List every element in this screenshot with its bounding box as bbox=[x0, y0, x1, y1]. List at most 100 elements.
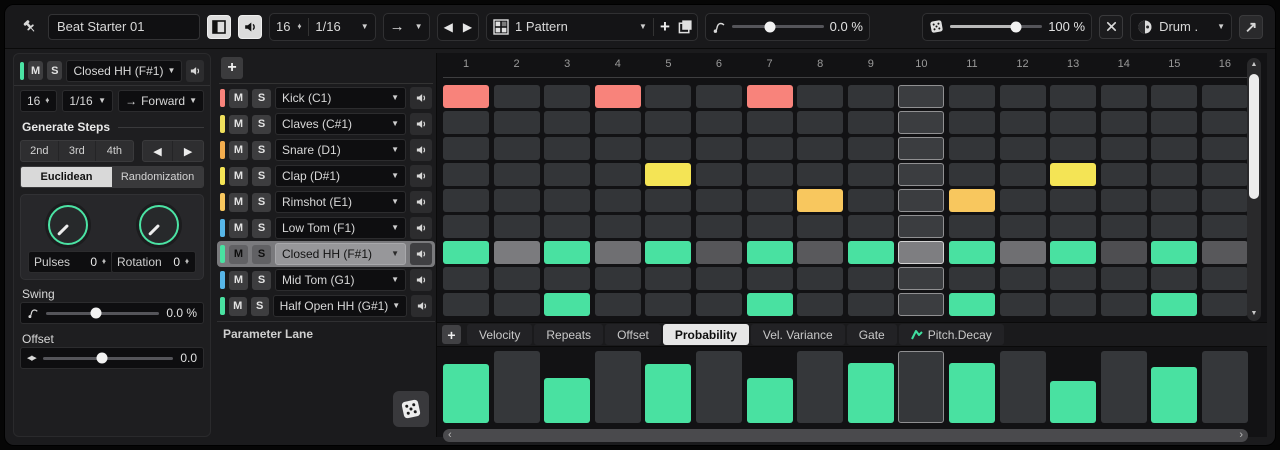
step-cell-active[interactable] bbox=[948, 292, 995, 316]
randomize-button[interactable] bbox=[393, 391, 429, 427]
step-cell[interactable] bbox=[746, 188, 793, 212]
swing-slider[interactable] bbox=[46, 307, 160, 319]
step-cell-active[interactable] bbox=[443, 240, 489, 264]
parameter-tab-probability[interactable]: Probability bbox=[662, 324, 749, 345]
step-cell[interactable] bbox=[1201, 136, 1248, 160]
offset-slider[interactable] bbox=[42, 352, 174, 364]
track-mute-button[interactable]: M bbox=[229, 114, 248, 134]
track-mute-button[interactable]: M bbox=[229, 192, 248, 212]
scroll-up-icon[interactable]: ▲ bbox=[1251, 58, 1258, 72]
step-cell[interactable] bbox=[493, 214, 540, 238]
step-cell-active[interactable] bbox=[746, 84, 793, 108]
step-cell[interactable] bbox=[443, 110, 489, 134]
output-select-group[interactable]: Drum . ▼ bbox=[1130, 12, 1232, 41]
step-cell[interactable] bbox=[594, 266, 641, 290]
parameter-tab-gate[interactable]: Gate bbox=[846, 324, 897, 345]
step-cell[interactable] bbox=[999, 240, 1046, 264]
selected-track-select[interactable]: Closed HH (F#1) ▼ bbox=[66, 59, 183, 82]
step-cell[interactable] bbox=[1050, 84, 1097, 108]
step-cell[interactable] bbox=[797, 266, 844, 290]
probability-slot[interactable] bbox=[948, 351, 995, 423]
rotation-knob[interactable] bbox=[136, 202, 182, 248]
step-cell[interactable] bbox=[847, 292, 894, 316]
step-cell[interactable] bbox=[695, 266, 742, 290]
step-cell-active[interactable] bbox=[645, 162, 692, 186]
track-solo-button[interactable]: S bbox=[252, 114, 271, 134]
step-cell[interactable] bbox=[1050, 188, 1097, 212]
interval-3rd-button[interactable]: 3rd bbox=[57, 141, 96, 161]
track-mute-button[interactable]: M bbox=[229, 218, 248, 238]
step-cell-active[interactable] bbox=[443, 84, 489, 108]
step-cell[interactable] bbox=[1100, 136, 1147, 160]
probability-bar-empty[interactable] bbox=[898, 351, 945, 423]
step-cell[interactable] bbox=[948, 266, 995, 290]
step-cell[interactable] bbox=[544, 188, 591, 212]
step-cell[interactable] bbox=[1151, 136, 1198, 160]
track-row[interactable]: M S Mid Tom (G1) ▼ bbox=[217, 267, 435, 293]
pattern-select[interactable]: 1 Pattern bbox=[515, 19, 633, 34]
probability-bar[interactable] bbox=[1151, 366, 1198, 423]
probability-slot[interactable] bbox=[1100, 351, 1147, 423]
step-cell[interactable] bbox=[645, 214, 692, 238]
pulses-knob[interactable] bbox=[45, 202, 91, 248]
step-cell[interactable] bbox=[594, 110, 641, 134]
step-cell[interactable] bbox=[999, 162, 1046, 186]
probability-bar[interactable] bbox=[1050, 381, 1097, 423]
probability-bar-empty[interactable] bbox=[695, 351, 742, 423]
track-direction-select[interactable]: → Forward ▼ bbox=[118, 90, 204, 112]
step-cell[interactable] bbox=[443, 214, 489, 238]
step-cell[interactable] bbox=[493, 240, 540, 264]
parameter-tab-repeats[interactable]: Repeats bbox=[534, 324, 604, 345]
probability-slot[interactable] bbox=[898, 351, 945, 423]
step-cell-active[interactable] bbox=[1151, 240, 1198, 264]
step-cell[interactable] bbox=[1050, 110, 1097, 134]
probability-slot[interactable] bbox=[493, 351, 540, 423]
resolution-value[interactable]: 1/16 bbox=[315, 19, 340, 34]
step-cell[interactable] bbox=[1100, 240, 1147, 264]
offset-thumb[interactable] bbox=[96, 352, 108, 364]
shift-right-button[interactable]: ▶ bbox=[172, 141, 203, 161]
step-cell-active[interactable] bbox=[594, 84, 641, 108]
step-cell[interactable] bbox=[695, 110, 742, 134]
step-cell[interactable] bbox=[443, 162, 489, 186]
track-solo-button[interactable]: S bbox=[252, 218, 271, 238]
step-cell[interactable] bbox=[1201, 162, 1248, 186]
scroll-right-icon[interactable]: › bbox=[1239, 430, 1243, 441]
parameter-tab-vel-variance[interactable]: Vel. Variance bbox=[750, 324, 845, 345]
step-cell[interactable] bbox=[443, 136, 489, 160]
track-name-select[interactable]: Kick (C1) ▼ bbox=[275, 87, 406, 109]
track-preview-button[interactable] bbox=[410, 191, 432, 213]
track-mute-button[interactable]: M bbox=[229, 270, 248, 290]
track-solo-button[interactable]: S bbox=[252, 140, 271, 160]
probability-bar-empty[interactable] bbox=[493, 351, 540, 423]
track-name-select[interactable]: Rimshot (E1) ▼ bbox=[275, 191, 406, 213]
step-cell[interactable] bbox=[493, 136, 540, 160]
preset-name-field[interactable]: Beat Starter 01 bbox=[48, 13, 200, 40]
step-cell[interactable] bbox=[847, 110, 894, 134]
step-cell[interactable] bbox=[746, 266, 793, 290]
track-preview-button[interactable] bbox=[411, 295, 432, 317]
step-cell[interactable] bbox=[1050, 136, 1097, 160]
probability-slot[interactable] bbox=[1201, 351, 1248, 423]
track-preview-button[interactable] bbox=[410, 139, 432, 161]
step-cell[interactable] bbox=[1100, 110, 1147, 134]
step-cell[interactable] bbox=[898, 240, 945, 264]
probability-bar[interactable] bbox=[948, 362, 995, 423]
vertical-scrollbar[interactable]: ▲ ▼ bbox=[1247, 58, 1261, 321]
step-cell[interactable] bbox=[1201, 214, 1248, 238]
step-cell[interactable] bbox=[797, 84, 844, 108]
track-name-select[interactable]: Low Tom (F1) ▼ bbox=[275, 217, 406, 239]
step-cell[interactable] bbox=[797, 240, 844, 264]
probability-slot[interactable] bbox=[847, 351, 894, 423]
step-cell[interactable] bbox=[999, 266, 1046, 290]
step-cell[interactable] bbox=[1151, 84, 1198, 108]
step-cell[interactable] bbox=[999, 84, 1046, 108]
step-cell[interactable] bbox=[1100, 162, 1147, 186]
probability-bar-empty[interactable] bbox=[797, 351, 844, 423]
track-mute-button[interactable]: M bbox=[228, 296, 247, 316]
track-row[interactable]: M S Claves (C#1) ▼ bbox=[217, 111, 435, 137]
next-pattern-button[interactable]: ▶ bbox=[463, 20, 472, 34]
step-cell-active[interactable] bbox=[746, 240, 793, 264]
probability-bar-empty[interactable] bbox=[1100, 351, 1147, 423]
step-cell[interactable] bbox=[594, 292, 641, 316]
